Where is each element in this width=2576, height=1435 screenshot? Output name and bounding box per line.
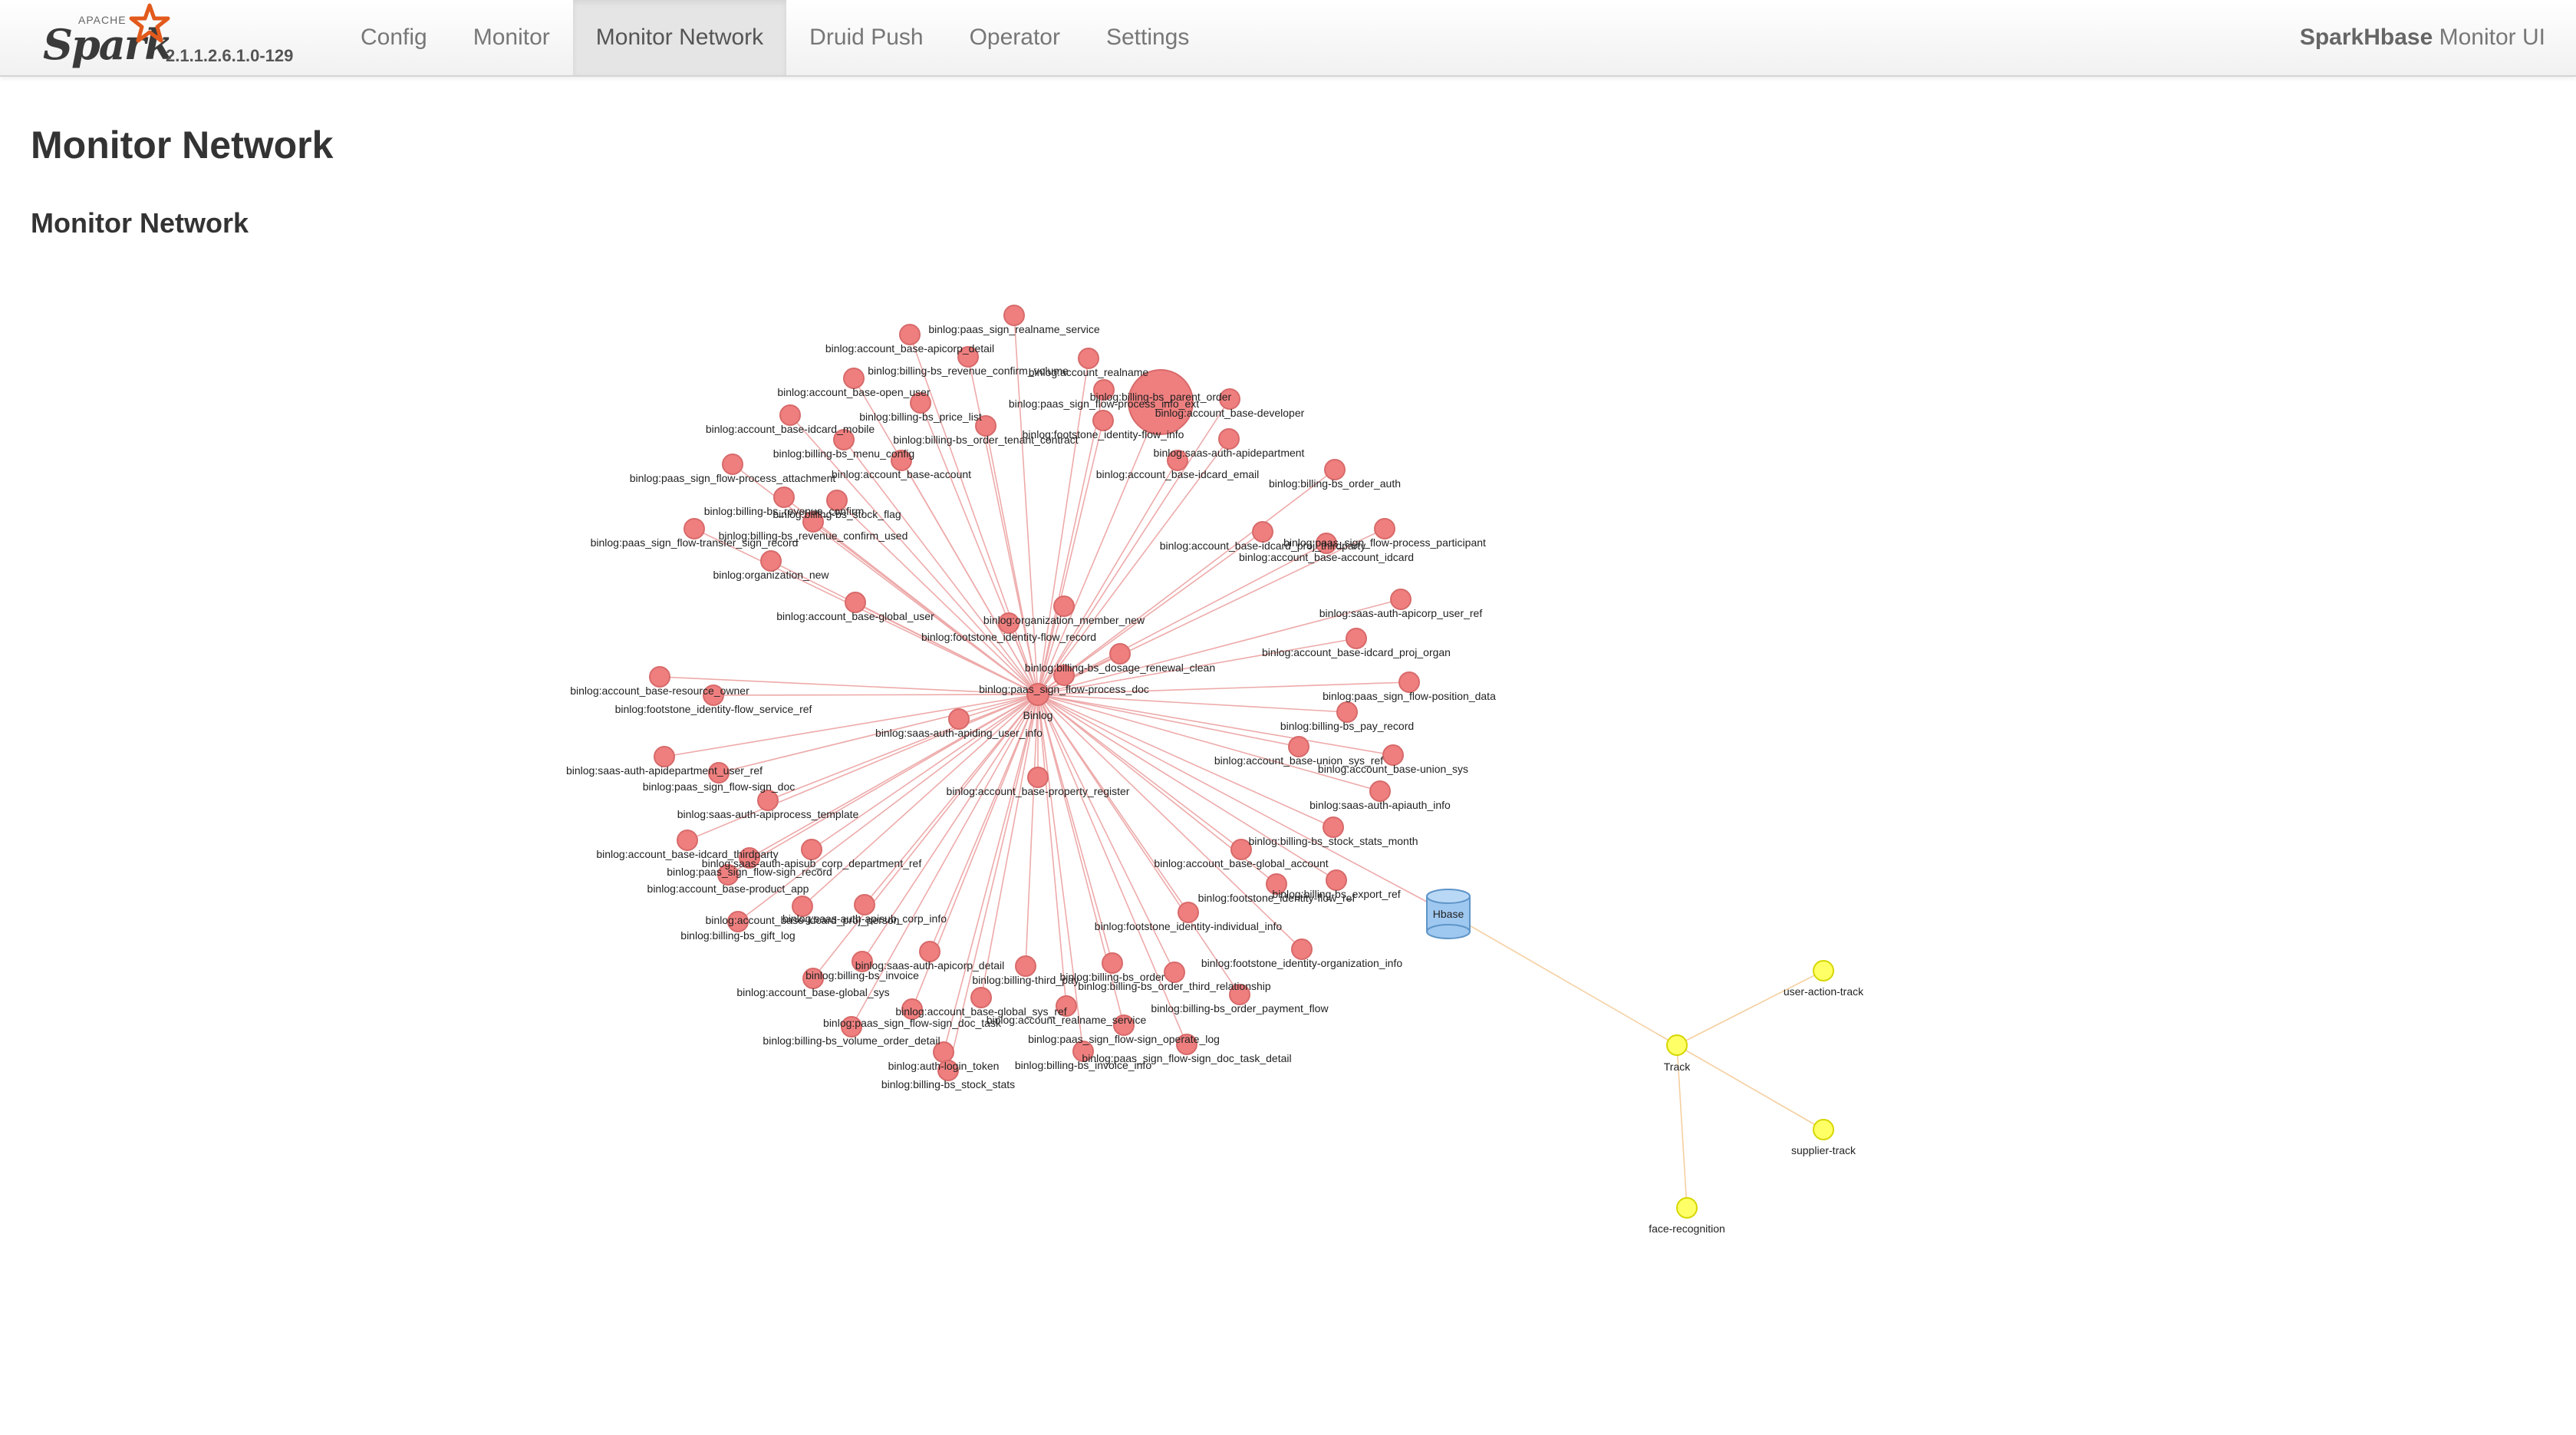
hbase-top: [1426, 889, 1471, 904]
node-label: binlog:account_base-idcard_proj_organ: [1262, 646, 1451, 658]
node-label: binlog:account_base-product_app: [647, 882, 809, 895]
node-label: binlog:billing-bs_order_third_relationsh…: [1078, 980, 1271, 992]
node-label: binlog:account_base-account_idcard: [1239, 551, 1414, 563]
node-label: binlog:billing-bs_export_ref: [1272, 888, 1400, 900]
graph-edge: [1676, 1044, 1824, 1130]
node-label: user-action-track: [1784, 985, 1864, 998]
track-child-node[interactable]: [1813, 960, 1834, 981]
node-label: binlog:paas_sign_flow-sign_doc_task: [823, 1017, 1002, 1029]
node-label: binlog:paas_sign_flow-transfer_sign_reco…: [591, 536, 799, 549]
node-label: binlog:account_base-idcard_mobile: [706, 423, 875, 435]
node-label: binlog:account_base-idcard_email: [1096, 468, 1259, 480]
node-label: binlog:footstone_identity-individual_inf…: [1095, 920, 1283, 932]
graph-edge: [1037, 420, 1104, 695]
node-label: binlog:saas-auth-apisub_corp_info: [782, 912, 947, 925]
node-label: binlog:saas-auth-apicorp_user_ref: [1319, 607, 1483, 619]
node-label: binlog:saas-auth-apidepartment_user_ref: [566, 764, 763, 777]
node-label: binlog:account_realname: [1029, 366, 1149, 378]
node-label: binlog:billing-bs_order_payment_flow: [1151, 1002, 1329, 1014]
graph-edge: [980, 694, 1039, 998]
node-label: binlog:organization_new: [713, 569, 830, 581]
monitor-network-graph[interactable]: binlog:account_base-apicorp_detailbinlog…: [0, 0, 2576, 1435]
track-child-node[interactable]: [1676, 1197, 1698, 1219]
node-label: binlog:billing-bs_menu_config: [773, 447, 914, 460]
node-label: binlog:organization_member_new: [983, 614, 1145, 626]
graph-edge: [1676, 970, 1824, 1046]
node-label: face-recognition: [1649, 1222, 1725, 1235]
graph-edge: [1037, 694, 1067, 1007]
node-label: binlog:account_base-union_sys: [1318, 763, 1468, 775]
node-label: binlog:account_base-property_register: [947, 785, 1130, 797]
node-label: Hbase: [1433, 908, 1464, 920]
node-label: binlog:paas_sign_flow-process_attachment: [630, 472, 836, 484]
node-label: binlog:billing-bs_stock_stats_month: [1248, 835, 1418, 847]
node-label: binlog:billing-bs_stock_flag: [772, 508, 901, 520]
graph-labels: binlog:account_base-apicorp_detailbinlog…: [566, 323, 1864, 1235]
node-label: binlog:billing-bs_dosage_renewal_clean: [1025, 661, 1215, 674]
node-label: binlog:billing-bs_order_auth: [1269, 477, 1401, 490]
node-label: binlog:account_realname_service: [987, 1014, 1147, 1026]
node-label: binlog:billing-bs_volume_order_detail: [763, 1034, 940, 1047]
node-label: binlog:billing-bs_stock_stats: [881, 1078, 1015, 1090]
node-label: binlog:billing-bs_invoice: [805, 969, 919, 981]
node-label: binlog:saas-auth-apiauth_info: [1309, 799, 1451, 811]
node-label: binlog:paas_sign_flow-process_doc: [979, 683, 1149, 695]
node-label: binlog:account_base-developer: [1155, 407, 1305, 419]
hbase-bottom: [1426, 924, 1471, 939]
node-label: binlog:account_base-resource_owner: [570, 685, 749, 697]
node-label: binlog:account_base-account: [832, 468, 971, 480]
node-label: binlog:billing-bs_order_tenant_contract: [893, 434, 1078, 446]
node-label: binlog:account_base-global_account: [1154, 857, 1328, 869]
node-label: binlog:billing-bs_gift_log: [680, 929, 795, 942]
node-label: binlog:auth-login_token: [888, 1060, 1000, 1072]
track-child-node[interactable]: [1813, 1119, 1834, 1140]
node-label: binlog:footstone_identity-flow_service_r…: [615, 703, 812, 715]
node-label: supplier-track: [1791, 1144, 1856, 1156]
node-label: binlog:billing-third_pay: [972, 974, 1079, 986]
node-label: binlog:paas_sign_flow-sign_doc: [643, 780, 795, 793]
node-label: binlog:account_base-global_user: [776, 610, 934, 622]
graph-edge: [1448, 912, 1678, 1046]
node-label: binlog:saas-auth-apisub_corp_department_…: [702, 857, 922, 869]
node-label: binlog:saas-auth-apidepartment: [1154, 447, 1305, 459]
graph-edge: [811, 694, 1039, 850]
node-label: binlog:billing-bs_pay_record: [1280, 720, 1414, 732]
node-label: binlog:saas-auth-apiding_user_info: [875, 727, 1043, 739]
track-node[interactable]: [1666, 1034, 1688, 1056]
node-label: binlog:paas_sign_flow-position_data: [1323, 690, 1496, 702]
node-label: binlog:paas_sign_flow-process_participan…: [1283, 536, 1486, 549]
graph-edge: [1037, 694, 1381, 792]
node-label: binlog:account_base-open_user: [777, 386, 931, 398]
node-label: binlog:paas_sign_realname_service: [928, 323, 1100, 335]
node-label: binlog:paas_sign_flow-sign_operate_log: [1028, 1033, 1220, 1045]
node-label: binlog:billing-bs_parent_order: [1090, 391, 1232, 403]
node-label: Track: [1664, 1061, 1691, 1073]
node-label: binlog:billing-bs_price_list: [859, 411, 982, 423]
node-label: binlog:billing-bs_invoice_info: [1015, 1059, 1151, 1071]
node-label: Binlog: [1023, 709, 1053, 721]
node-label: binlog:footstone_identity-organization_i…: [1201, 957, 1403, 969]
node-label: binlog:account_base-apicorp_detail: [825, 342, 994, 355]
node-label: binlog:account_base-global_sys: [736, 986, 889, 998]
node-label: binlog:saas-auth-apiprocess_template: [677, 808, 859, 820]
node-label: binlog:footstone_identity-flow_record: [921, 631, 1096, 643]
